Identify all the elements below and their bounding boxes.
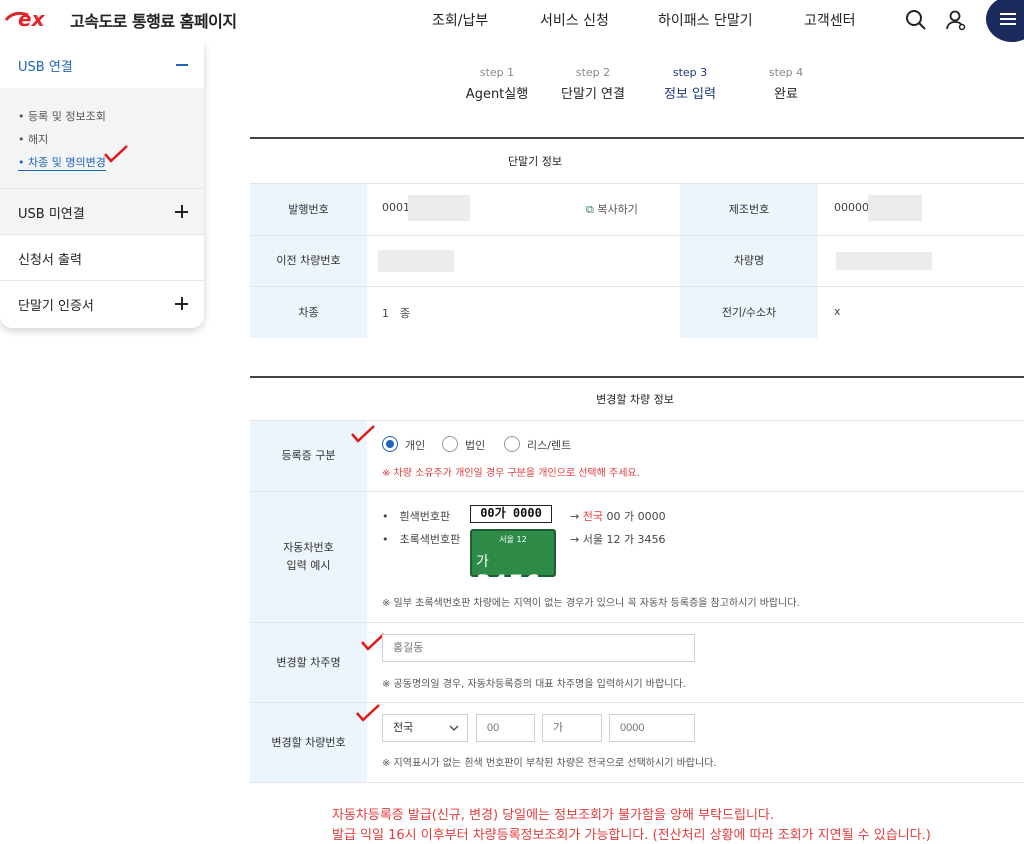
step-2: step 2 단말기 연결 <box>561 66 625 102</box>
user-login-icon[interactable] <box>944 8 968 32</box>
sidebar-item-device-cert[interactable]: 단말기 인증서 <box>0 280 204 326</box>
notice-line-2: 발급 익일 16시 이후부터 차량등록정보조회가 가능합니다. (전산처리 상황… <box>332 828 931 843</box>
sidebar-item-usb-connected[interactable]: USB 연결 <box>0 42 204 88</box>
sidebar-item-label: USB 연결 <box>18 60 73 75</box>
sidebar: USB 연결 • 등록 및 정보조회 • 해지 • 차종 및 명의변경 USB … <box>0 42 204 328</box>
submenu-register-inquiry[interactable]: • 등록 및 정보조회 <box>18 108 106 124</box>
radio-corporate[interactable] <box>442 436 458 452</box>
expand-plus-icon <box>175 297 188 310</box>
ev-label: 전기/수소차 <box>680 287 818 338</box>
redacted-area <box>836 252 932 270</box>
annotation-check-mark <box>351 425 375 443</box>
copy-button[interactable]: ⧉ 복사하기 <box>586 201 638 217</box>
mfg-no-value: 00000 <box>834 201 869 214</box>
option-lease-label: 리스/렌트 <box>527 439 572 452</box>
sidebar-item-label: 신청서 출력 <box>18 253 82 268</box>
issue-no-label: 발행번호 <box>250 184 367 235</box>
plate-example-note: ※ 일부 초록색번호판 차량에는 지역이 없는 경우가 있으니 꼭 자동차 등록… <box>382 598 800 609</box>
collapse-minus-icon <box>176 64 188 66</box>
owner-name-input[interactable] <box>382 634 695 662</box>
owner-name-note: ※ 공동명의일 경우, 자동차등록증의 대표 차주명을 입력하시기 바랍니다. <box>382 679 686 690</box>
plate-letter-input[interactable] <box>542 714 602 742</box>
green-plate-label: • 초록색번호판 <box>382 533 461 546</box>
car-class-value: 1 종 <box>382 307 411 320</box>
owner-name-label: 변경할 차주명 <box>250 623 367 702</box>
white-plate-sample: 00가 0000 <box>470 505 552 523</box>
divider <box>250 782 1024 783</box>
redacted-area <box>868 195 922 221</box>
sidebar-item-print-form[interactable]: 신청서 출력 <box>0 234 204 280</box>
step-4: step 4 완료 <box>768 66 804 102</box>
ex-logo-icon[interactable]: ex <box>4 6 66 30</box>
nav-hipass-device[interactable]: 하이패스 단말기 <box>658 10 753 30</box>
region-select[interactable]: 전국 <box>382 714 468 742</box>
plate-number-1-input[interactable] <box>476 714 535 742</box>
nav-inquiry-payment[interactable]: 조회/납부 <box>432 10 488 30</box>
change-info-title: 변경할 차량 정보 <box>596 393 674 406</box>
device-info-title: 단말기 정보 <box>507 155 563 168</box>
redacted-area <box>378 250 454 272</box>
section-divider <box>250 137 1024 139</box>
step-1: step 1 Agent실행 <box>465 66 529 102</box>
plate-number-2-input[interactable] <box>609 714 695 742</box>
section-divider <box>250 376 1024 378</box>
hamburger-icon <box>1000 13 1016 25</box>
notice-line-1: 자동차등록증 발급(신규, 변경) 당일에는 정보조회가 불가함을 양해 부탁드… <box>332 808 775 823</box>
issue-no-value: 0001 <box>382 201 410 214</box>
white-plate-label: • 흰색번호판 <box>382 510 451 523</box>
car-name-label: 차량명 <box>680 236 818 286</box>
submenu-class-owner-change[interactable]: • 차종 및 명의변경 <box>18 154 106 171</box>
expand-plus-icon <box>175 205 188 218</box>
nav-service-apply[interactable]: 서비스 신청 <box>540 10 609 30</box>
header: ex 고속도로 통행료 홈페이지 조회/납부 서비스 신청 하이패스 단말기 고… <box>0 0 1024 42</box>
green-plate-sample: 서울 12 가3456 <box>470 529 556 597</box>
site-title[interactable]: 고속도로 통행료 홈페이지 <box>70 8 237 32</box>
mfg-no-label: 제조번호 <box>680 184 818 235</box>
annotation-check-mark <box>104 145 128 163</box>
radio-lease-rent[interactable] <box>504 436 520 452</box>
sidebar-item-label: 단말기 인증서 <box>18 299 94 314</box>
prev-plate-label: 이전 차량번호 <box>250 236 367 286</box>
nav-customer-center[interactable]: 고객센터 <box>804 10 856 30</box>
sidebar-item-usb-disconnected[interactable]: USB 미연결 <box>0 188 204 234</box>
green-plate-result: → 서울 12 가 3456 <box>570 533 666 546</box>
car-class-label: 차종 <box>250 287 367 338</box>
plate-number-note: ※ 지역표시가 없는 흰색 번호판이 부착된 차량은 전국으로 선택하시기 바랍… <box>382 758 717 769</box>
step-3: step 3 정보 입력 <box>664 66 716 102</box>
chevron-down-icon <box>449 725 459 731</box>
annotation-check-mark <box>356 704 380 722</box>
redacted-area <box>408 195 470 221</box>
search-icon[interactable] <box>904 8 928 32</box>
radio-individual[interactable] <box>382 436 398 452</box>
reg-type-note: ※ 차량 소유주가 개인일 경우 구분을 개인으로 선택해 주세요. <box>382 468 640 479</box>
svg-text:ex: ex <box>18 7 46 30</box>
plate-number-label: 변경할 차량번호 <box>250 703 367 782</box>
white-plate-result: → 전국 00 가 0000 <box>570 510 666 523</box>
plate-example-label: 자동차번호 입력 예시 <box>250 492 367 622</box>
copy-icon: ⧉ <box>586 203 594 216</box>
sidebar-item-label: USB 미연결 <box>18 207 85 222</box>
option-individual-label: 개인 <box>405 439 426 452</box>
submenu-cancel[interactable]: • 해지 <box>18 131 48 147</box>
ev-value: x <box>834 305 841 318</box>
option-corporate-label: 법인 <box>465 439 486 452</box>
